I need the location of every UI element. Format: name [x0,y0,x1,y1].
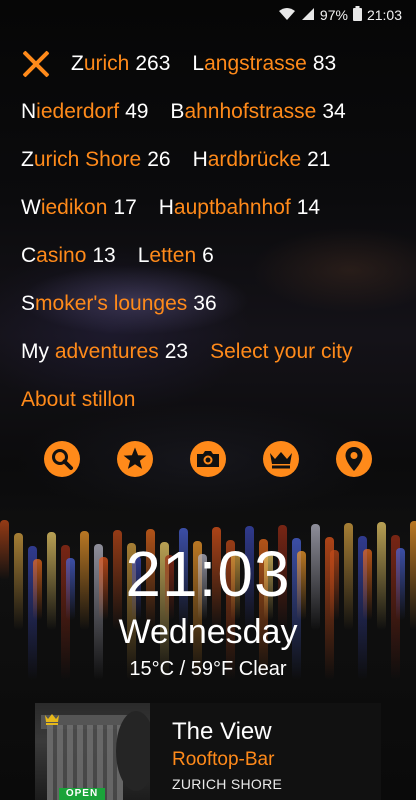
menu-row: Zurich Shore 26 Hardbrücke 21 [21,138,408,182]
battery-percent: 97% [319,7,348,23]
camera-icon[interactable] [190,441,226,477]
menu-item-wiedikon[interactable]: Wiedikon 17 [21,196,137,220]
venue-card[interactable]: OPEN The View Rooftop-Bar ZURICH SHORE [35,703,381,800]
menu-item-casino[interactable]: Casino 13 [21,244,116,268]
menu-row: Zurich 263 Langstrasse 83 [21,42,408,86]
close-icon[interactable] [21,49,51,79]
menu-row: Wiedikon 17 Hauptbahnhof 14 [21,186,408,230]
status-bar: 97% 21:03 [0,0,416,30]
open-badge: OPEN [59,788,105,800]
shortcut-icon-bar [44,441,372,479]
menu-item-smokers-lounges[interactable]: Smoker's lounges 36 [21,292,217,316]
weather-text: 15°C / 59°F Clear [129,658,287,680]
search-icon[interactable] [44,441,80,477]
wifi-icon [278,7,296,24]
crown-badge-icon [45,714,59,725]
menu-item-letten[interactable]: Letten 6 [138,244,214,268]
menu-item-bahnhofstrasse[interactable]: Bahnhofstrasse 34 [170,100,345,124]
menu-item-langstrasse[interactable]: Langstrasse 83 [192,52,336,76]
venue-area: ZURICH SHORE [172,776,283,792]
menu-item-hauptbahnhof[interactable]: Hauptbahnhof 14 [159,196,320,220]
venue-name: The View [172,718,272,745]
battery-icon [352,6,362,24]
menu-row: Niederdorf 49 Bahnhofstrasse 34 [21,90,408,134]
venue-photo: OPEN [35,703,150,800]
menu-row: My adventures 23 Select your city [21,330,408,374]
status-time: 21:03 [366,7,402,23]
menu-row: Smoker's lounges 36 [21,282,408,326]
location-pin-icon[interactable] [336,441,372,477]
star-icon[interactable] [117,441,153,477]
menu-item-select-city[interactable]: Select your city [210,340,352,364]
clock-day: Wednesday [118,613,298,651]
menu-item-niederdorf[interactable]: Niederdorf 49 [21,100,148,124]
menu-row: Casino 13 Letten 6 [21,234,408,278]
menu-item-zurich[interactable]: Zurich 263 [71,52,170,76]
menu-row: About stillon [21,378,408,422]
clock-widget: 21:03 Wednesday 15°C / 59°F Clear [0,538,416,682]
signal-icon [301,7,315,24]
clock-time: 21:03 [125,538,291,610]
menu-item-my-adventures[interactable]: My adventures 23 [21,340,188,364]
menu-item-about[interactable]: About stillon [21,388,135,412]
menu-item-zurich-shore[interactable]: Zurich Shore 26 [21,148,171,172]
crown-icon[interactable] [263,441,299,477]
venue-type: Rooftop-Bar [172,749,275,770]
menu-item-hardbruecke[interactable]: Hardbrücke 21 [193,148,331,172]
